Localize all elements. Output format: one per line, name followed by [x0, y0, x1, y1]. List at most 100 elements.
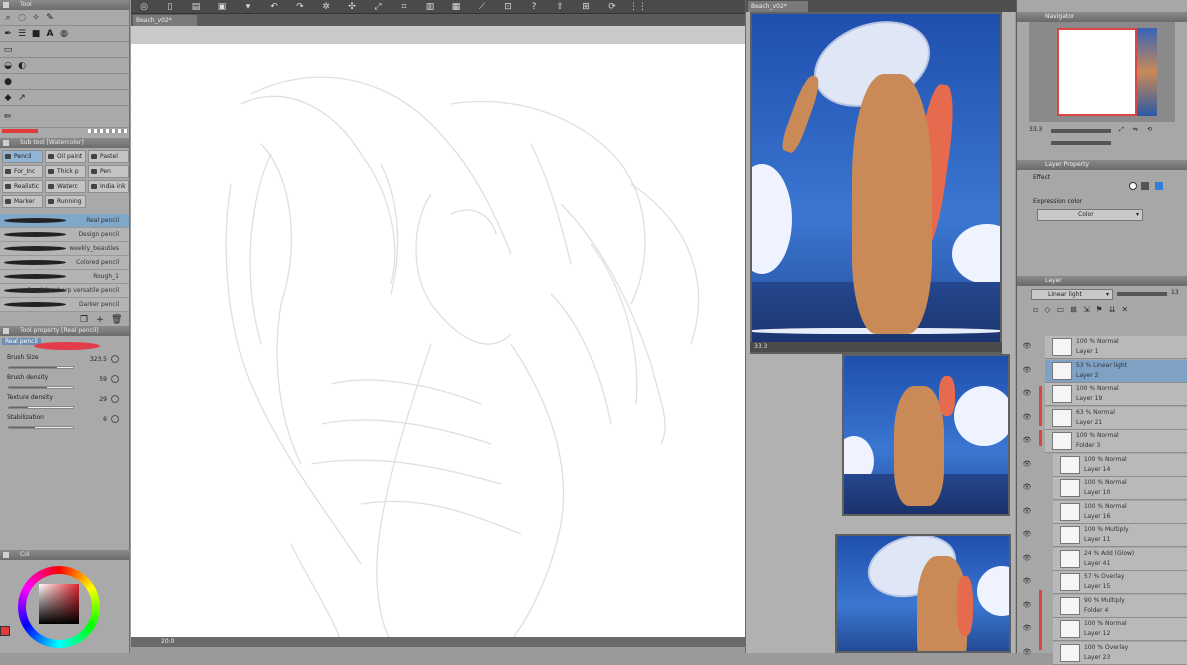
layer-row[interactable]: 100 % Multiply Layer 11	[1053, 524, 1187, 547]
spin-icon[interactable]	[111, 395, 119, 403]
layer-row[interactable]: 100 % Normal Layer 19	[1045, 383, 1187, 406]
brush-size-property[interactable]: Brush Size 323.5	[0, 354, 129, 374]
help-icon[interactable]: ?	[521, 0, 547, 14]
visibility-eye-icon[interactable]: 👁	[1020, 406, 1034, 429]
visibility-eye-icon[interactable]: 👁	[1020, 547, 1034, 570]
subtool-pen[interactable]: Pen	[88, 165, 129, 178]
layer-row[interactable]: 63 % Normal Layer 21	[1045, 406, 1187, 430]
brush-density-slider[interactable]	[8, 386, 74, 389]
visibility-eye-icon[interactable]: 👁	[1020, 570, 1034, 593]
layer-row[interactable]: 100 % Normal Layer 1	[1045, 336, 1187, 359]
rotate-slider[interactable]	[1051, 141, 1111, 145]
balloon-icon[interactable]: ◍	[59, 29, 69, 39]
layout-icon[interactable]: ⊞	[573, 0, 599, 14]
reference-image-main[interactable]	[750, 12, 1002, 354]
reference-image-3[interactable]	[835, 534, 1011, 653]
eyedropper-icon[interactable]: ✎	[45, 13, 55, 23]
ruler-toggle-icon[interactable]: ⟋	[469, 0, 495, 14]
brush-item[interactable]: Colored pencil	[0, 256, 129, 270]
brush-icon[interactable]: ●	[3, 77, 13, 87]
visibility-eye-icon[interactable]: 👁	[1020, 335, 1034, 358]
brush-item[interactable]: Graphite sharp versatile pencil	[0, 284, 129, 298]
visibility-eye-icon[interactable]: 👁	[1020, 500, 1034, 523]
correct-line-icon[interactable]: ↗	[17, 93, 27, 103]
ruler-icon[interactable]: ☰	[17, 29, 27, 39]
layer-row[interactable]: 24 % Add (Glow) Layer 41	[1053, 547, 1187, 571]
transform-icon[interactable]: ✣	[339, 0, 365, 14]
zoom-slider[interactable]	[1051, 129, 1111, 133]
subtool-india-ink[interactable]: India ink	[88, 180, 129, 193]
tool-row-draw[interactable]: ✒ ☰ ■ A ◍	[0, 26, 129, 42]
brush-size-slider[interactable]	[8, 366, 74, 369]
color-wheel[interactable]	[18, 566, 100, 648]
open-file-icon[interactable]: ▤	[183, 0, 209, 14]
subtool-for-inc[interactable]: For_Inc	[2, 165, 43, 178]
spin-icon[interactable]	[111, 355, 119, 363]
spin-icon[interactable]	[111, 375, 119, 383]
subtool-marker[interactable]: Marker	[2, 195, 43, 208]
drawing-canvas[interactable]	[131, 44, 745, 642]
layer-row[interactable]: 100 % Normal Layer 12	[1053, 618, 1187, 641]
visibility-eye-icon[interactable]: 👁	[1020, 594, 1034, 617]
vector-icon[interactable]: ◆	[3, 93, 13, 103]
blend-mode-select[interactable]: Linear light ▾	[1031, 289, 1113, 300]
delete-layer-icon[interactable]: ✕	[1121, 305, 1128, 331]
brush-item[interactable]: Design pencil	[0, 228, 129, 242]
effect-tone-icon[interactable]	[1141, 182, 1149, 190]
fill-icon[interactable]: ■	[31, 29, 41, 39]
layer-row[interactable]: 100 % Normal Folder 3	[1045, 430, 1187, 453]
tool-row-vector[interactable]: ◆ ↗	[0, 90, 129, 106]
new-vector-layer-icon[interactable]: ◇	[1044, 305, 1050, 331]
color-swatches[interactable]	[0, 128, 129, 134]
brush-item[interactable]: Darker pencil	[0, 298, 129, 312]
undo-icon[interactable]: ↶	[261, 0, 287, 14]
visibility-eye-icon[interactable]: 👁	[1020, 359, 1034, 382]
layer-row[interactable]: 100 % Overlay Layer 23	[1053, 641, 1187, 665]
pen-tool-icon[interactable]: ✒	[3, 29, 13, 39]
snap-icon[interactable]: ⊡	[495, 0, 521, 14]
brush-item[interactable]: Rough_1	[0, 270, 129, 284]
subtool-watercolor[interactable]: Waterc	[45, 180, 86, 193]
tool-row-select[interactable]: ⌕ ◌ ✧ ✎	[0, 10, 129, 26]
reset-icon[interactable]: ⟲	[1147, 126, 1152, 133]
stabilization-slider[interactable]	[8, 426, 74, 429]
layer-row[interactable]: 90 % Multiply Folder 4	[1053, 594, 1187, 618]
new-file-icon[interactable]: ▯	[157, 0, 183, 14]
texture-density-slider[interactable]	[8, 406, 74, 409]
settings-icon[interactable]: ✲	[313, 0, 339, 14]
brush-item[interactable]: Real pencil	[0, 214, 129, 228]
tool-row-frame[interactable]: ▭	[0, 42, 129, 58]
new-folder-icon[interactable]: ▭	[1057, 305, 1065, 331]
color-square[interactable]	[39, 584, 79, 624]
blend-icon[interactable]: ◐	[17, 61, 27, 71]
copy-icon[interactable]: ❐	[79, 315, 89, 325]
pencil-tool-icon[interactable]: ✏	[3, 112, 13, 122]
flip-icon[interactable]: ⇋	[1133, 126, 1138, 133]
document-tab[interactable]: Beach_v02*	[133, 15, 197, 26]
subtool-thick-paint[interactable]: Thick p	[45, 165, 86, 178]
clip-icon[interactable]: ⇲	[1083, 305, 1090, 331]
visibility-eye-icon[interactable]: 👁	[1020, 617, 1034, 640]
reference-image-2[interactable]	[842, 354, 1010, 516]
frame-icon[interactable]: ▭	[3, 45, 13, 55]
reference-layer-icon[interactable]: ⚑	[1096, 305, 1103, 331]
add-icon[interactable]: +	[95, 315, 105, 325]
opacity-slider[interactable]	[1117, 292, 1167, 296]
stabilization-property[interactable]: Stabilization 6	[0, 414, 129, 434]
subtool-realistic[interactable]: Realistic	[2, 180, 43, 193]
effect-color-icon[interactable]	[1155, 182, 1163, 190]
main-color-swatch[interactable]	[0, 626, 10, 636]
brush-item[interactable]: weekly_beauties	[0, 242, 129, 256]
subtool-oil-paint[interactable]: Oil paint	[45, 150, 86, 163]
effect-border-icon[interactable]	[1129, 182, 1137, 190]
tool-row-blend[interactable]: ◒ ◐	[0, 58, 129, 74]
visibility-eye-icon[interactable]: 👁	[1020, 429, 1034, 452]
navigator-view[interactable]	[1029, 22, 1175, 122]
merge-icon[interactable]: ⇊	[1109, 305, 1116, 331]
tool-row-pencil[interactable]: ✏	[0, 106, 129, 128]
visibility-eye-icon[interactable]: 👁	[1020, 476, 1034, 499]
reference-tab[interactable]: Beach_v02*	[748, 1, 808, 12]
lasso-icon[interactable]: ◌	[17, 13, 27, 23]
lock-icon[interactable]: ⊠	[1070, 305, 1077, 331]
layer-row[interactable]: 100 % Normal Layer 14	[1053, 453, 1187, 477]
